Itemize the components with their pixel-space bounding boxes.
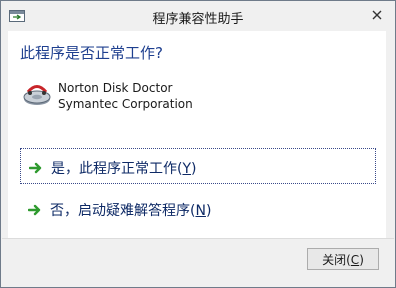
title-bar: 程序兼容性助手 [1, 1, 395, 31]
close-x-icon[interactable] [369, 7, 385, 23]
question-heading: 此程序是否正常工作? [20, 44, 163, 62]
disk-doctor-icon [22, 79, 52, 109]
program-publisher: Symantec Corporation [58, 97, 193, 111]
window-title: 程序兼容性助手 [152, 12, 244, 27]
option-yes-label: 是，此程序正常工作(Y) [51, 161, 197, 177]
option-yes-works[interactable]: 是，此程序正常工作(Y) [20, 148, 376, 184]
option-no-troubleshoot[interactable]: 否，启动疑难解答程序(N) [20, 191, 376, 227]
window-app-icon [9, 10, 25, 22]
dialog-content: 此程序是否正常工作? Norton Disk Doctor Symantec C… [8, 31, 386, 238]
dialog-footer: 关闭(C) [2, 238, 394, 287]
compatibility-assistant-window: 程序兼容性助手 此程序是否正常工作? Norton Disk Doctor Sy… [0, 0, 396, 288]
green-arrow-icon [28, 160, 43, 174]
green-arrow-icon [27, 202, 42, 216]
program-name: Norton Disk Doctor [58, 81, 173, 95]
close-button[interactable]: 关闭(C) [307, 248, 379, 270]
option-no-label: 否，启动疑难解答程序(N) [50, 203, 212, 219]
